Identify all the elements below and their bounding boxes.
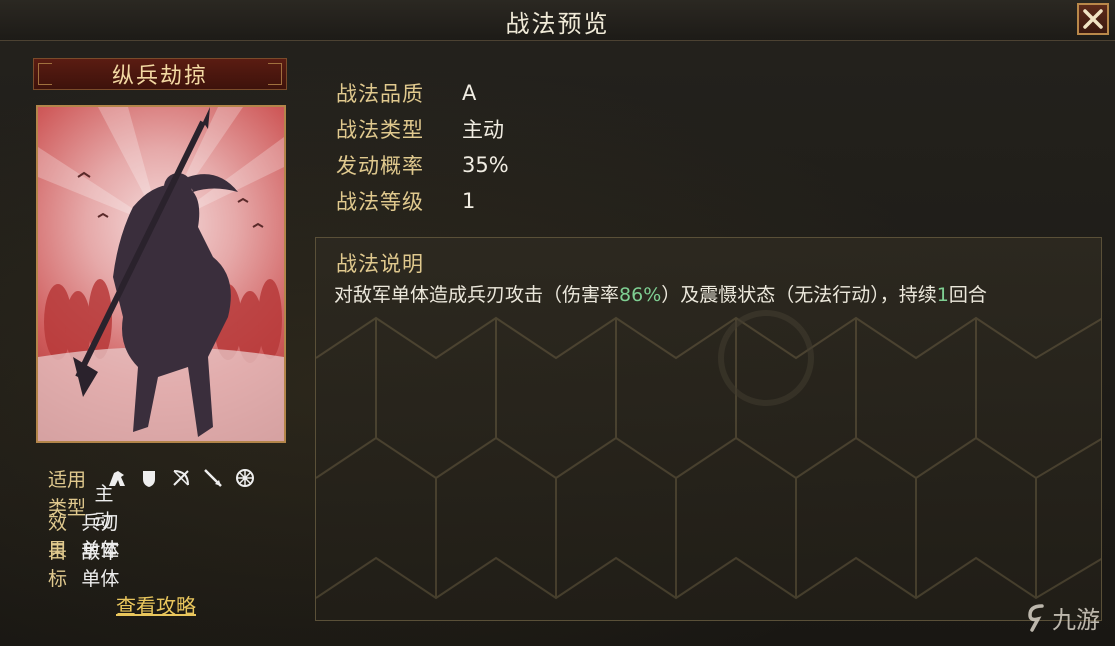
- stat-label-type: 战法类型: [336, 118, 424, 142]
- close-button[interactable]: [1077, 3, 1109, 35]
- tactic-card-art: [36, 105, 286, 443]
- stat-label-quality: 战法品质: [336, 82, 424, 106]
- stat-label-level: 战法等级: [336, 190, 424, 214]
- stat-row-type: 战法类型 主动: [336, 114, 504, 144]
- horseman-silhouette-illustration: [38, 107, 284, 441]
- jiuyou-logo-icon: [1028, 603, 1044, 632]
- tactic-name-banner: 纵兵劫掠: [33, 58, 287, 90]
- damage-rate: 86%: [619, 284, 662, 306]
- bow-icon: [173, 470, 189, 486]
- description-part-2: ）及震慑状态（无法行动），持续: [661, 284, 937, 306]
- target-value: 敌军单体: [81, 541, 120, 590]
- stat-row-level: 战法等级 1: [336, 186, 475, 216]
- stat-label-trigger-rate: 发动概率: [336, 154, 424, 178]
- target-row: 目标 敌军单体: [48, 541, 125, 590]
- duration-value: 1: [936, 284, 949, 306]
- stat-value-type: 主动: [462, 118, 504, 142]
- description-text: 对敌军单体造成兵刃攻击（伤害率86%）及震慑状态（无法行动），持续1回合: [334, 280, 1094, 310]
- shield-icon: [143, 471, 155, 487]
- description-part-3: 回合: [948, 284, 987, 306]
- applicable-row: 适用: [48, 464, 256, 492]
- watermark-text: 九游: [1052, 606, 1100, 634]
- description-panel: 战法说明 对敌军单体造成兵刃攻击（伤害率86%）及震慑状态（无法行动），持续1回…: [315, 237, 1102, 621]
- description-part-1: 对敌军单体造成兵刃攻击（伤害率: [334, 284, 620, 306]
- stat-row-quality: 战法品质 A: [336, 78, 476, 108]
- view-guide-link[interactable]: 查看攻略: [116, 590, 196, 619]
- description-title: 战法说明: [336, 252, 424, 276]
- tactic-name: 纵兵劫掠: [111, 64, 208, 89]
- close-icon: [1083, 9, 1103, 29]
- applicable-unit-icons: [106, 467, 256, 489]
- title-bar: 战法预览: [0, 0, 1115, 41]
- stat-value-quality: A: [462, 81, 477, 105]
- wheel-icon: [236, 469, 254, 487]
- watermark: 九游: [1024, 600, 1100, 635]
- spear-icon: [204, 469, 222, 487]
- target-label: 目标: [48, 541, 68, 590]
- stat-value-level: 1: [462, 189, 476, 213]
- stat-value-trigger-rate: 35%: [462, 153, 509, 177]
- window-title: 战法预览: [505, 10, 610, 38]
- stat-row-trigger-rate: 发动概率 35%: [336, 150, 509, 180]
